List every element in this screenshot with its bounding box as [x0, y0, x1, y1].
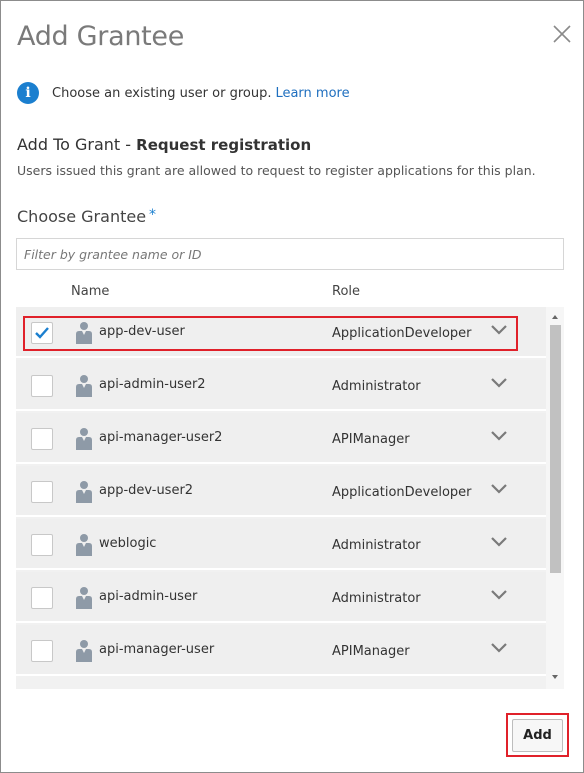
user-icon: [75, 480, 93, 504]
chevron-down-icon[interactable]: [490, 640, 508, 654]
chevron-down-icon[interactable]: [490, 428, 508, 442]
grant-heading: Add To Grant - Request registration: [17, 135, 311, 154]
user-icon: [75, 533, 93, 557]
grantee-role: ApplicationDeveloper: [332, 485, 472, 500]
add-grantee-dialog: Add Grantee i Choose an existing user or…: [0, 0, 584, 773]
grant-name: Request registration: [136, 136, 312, 154]
table-row[interactable]: api-admin-user Administrator: [16, 572, 546, 623]
table-row[interactable]: weblogic Administrator: [16, 519, 546, 570]
grantee-name: api-manager-user: [99, 642, 215, 657]
table-row[interactable]: api-admin-user2 Administrator: [16, 360, 546, 411]
row-checkbox[interactable]: [31, 534, 53, 556]
column-header-role: Role: [332, 284, 361, 299]
grantee-name: api-admin-user: [99, 589, 198, 604]
column-header-name: Name: [71, 284, 110, 299]
grantee-name: app-dev-user: [99, 324, 185, 339]
add-button[interactable]: Add: [512, 719, 563, 752]
row-checkbox[interactable]: [31, 322, 53, 344]
chevron-down-icon[interactable]: [490, 322, 508, 336]
grantee-role: Administrator: [332, 379, 421, 394]
required-marker: *: [149, 207, 157, 223]
row-checkbox[interactable]: [31, 640, 53, 662]
choose-grantee-text: Choose Grantee: [17, 207, 147, 226]
table-row[interactable]: api-manager-user2 APIManager: [16, 413, 546, 464]
user-icon: [75, 427, 93, 451]
grantee-role: APIManager: [332, 432, 410, 447]
row-checkbox[interactable]: [31, 587, 53, 609]
grantee-filter-input[interactable]: [16, 238, 564, 270]
choose-grantee-label: Choose Grantee *: [17, 207, 156, 226]
grantee-name: api-manager-user2: [99, 430, 223, 445]
grantee-role: Administrator: [332, 538, 421, 553]
row-checkbox[interactable]: [31, 375, 53, 397]
chevron-down-icon[interactable]: [490, 587, 508, 601]
learn-more-link[interactable]: Learn more: [275, 86, 349, 101]
user-icon: [75, 586, 93, 610]
row-checkbox[interactable]: [31, 428, 53, 450]
info-text: Choose an existing user or group.: [52, 85, 272, 101]
user-icon: [75, 321, 93, 345]
info-icon: i: [17, 82, 39, 104]
row-checkbox[interactable]: [31, 481, 53, 503]
grantee-role: Administrator: [332, 591, 421, 606]
chevron-down-icon[interactable]: [490, 534, 508, 548]
close-icon[interactable]: [549, 21, 575, 47]
grantee-name: app-dev-user2: [99, 483, 194, 498]
grantee-role: APIManager: [332, 644, 410, 659]
table-row[interactable]: api-manager-user APIManager: [16, 625, 546, 676]
grantee-table: app-dev-user ApplicationDeveloper api-admi…: [16, 307, 564, 689]
dialog-title: Add Grantee: [17, 21, 185, 52]
user-icon: [75, 374, 93, 398]
table-row[interactable]: app-dev-user2 ApplicationDeveloper: [16, 466, 546, 517]
checkmark-icon: [35, 327, 49, 339]
grant-heading-prefix: Add To Grant -: [17, 135, 132, 154]
user-icon: [75, 639, 93, 663]
grantee-name: api-admin-user2: [99, 377, 206, 392]
table-row[interactable]: app-dev-user ApplicationDeveloper: [16, 307, 546, 358]
grantee-name: weblogic: [99, 536, 157, 551]
scrollbar-thumb[interactable]: [550, 325, 561, 573]
scroll-down-arrow-icon[interactable]: [549, 672, 561, 682]
scroll-up-arrow-icon[interactable]: [549, 312, 561, 322]
grantee-role: ApplicationDeveloper: [332, 326, 472, 341]
chevron-down-icon[interactable]: [490, 375, 508, 389]
info-message: i Choose an existing user or group. Lear…: [17, 81, 350, 105]
grant-description: Users issued this grant are allowed to r…: [17, 163, 536, 178]
chevron-down-icon[interactable]: [490, 481, 508, 495]
